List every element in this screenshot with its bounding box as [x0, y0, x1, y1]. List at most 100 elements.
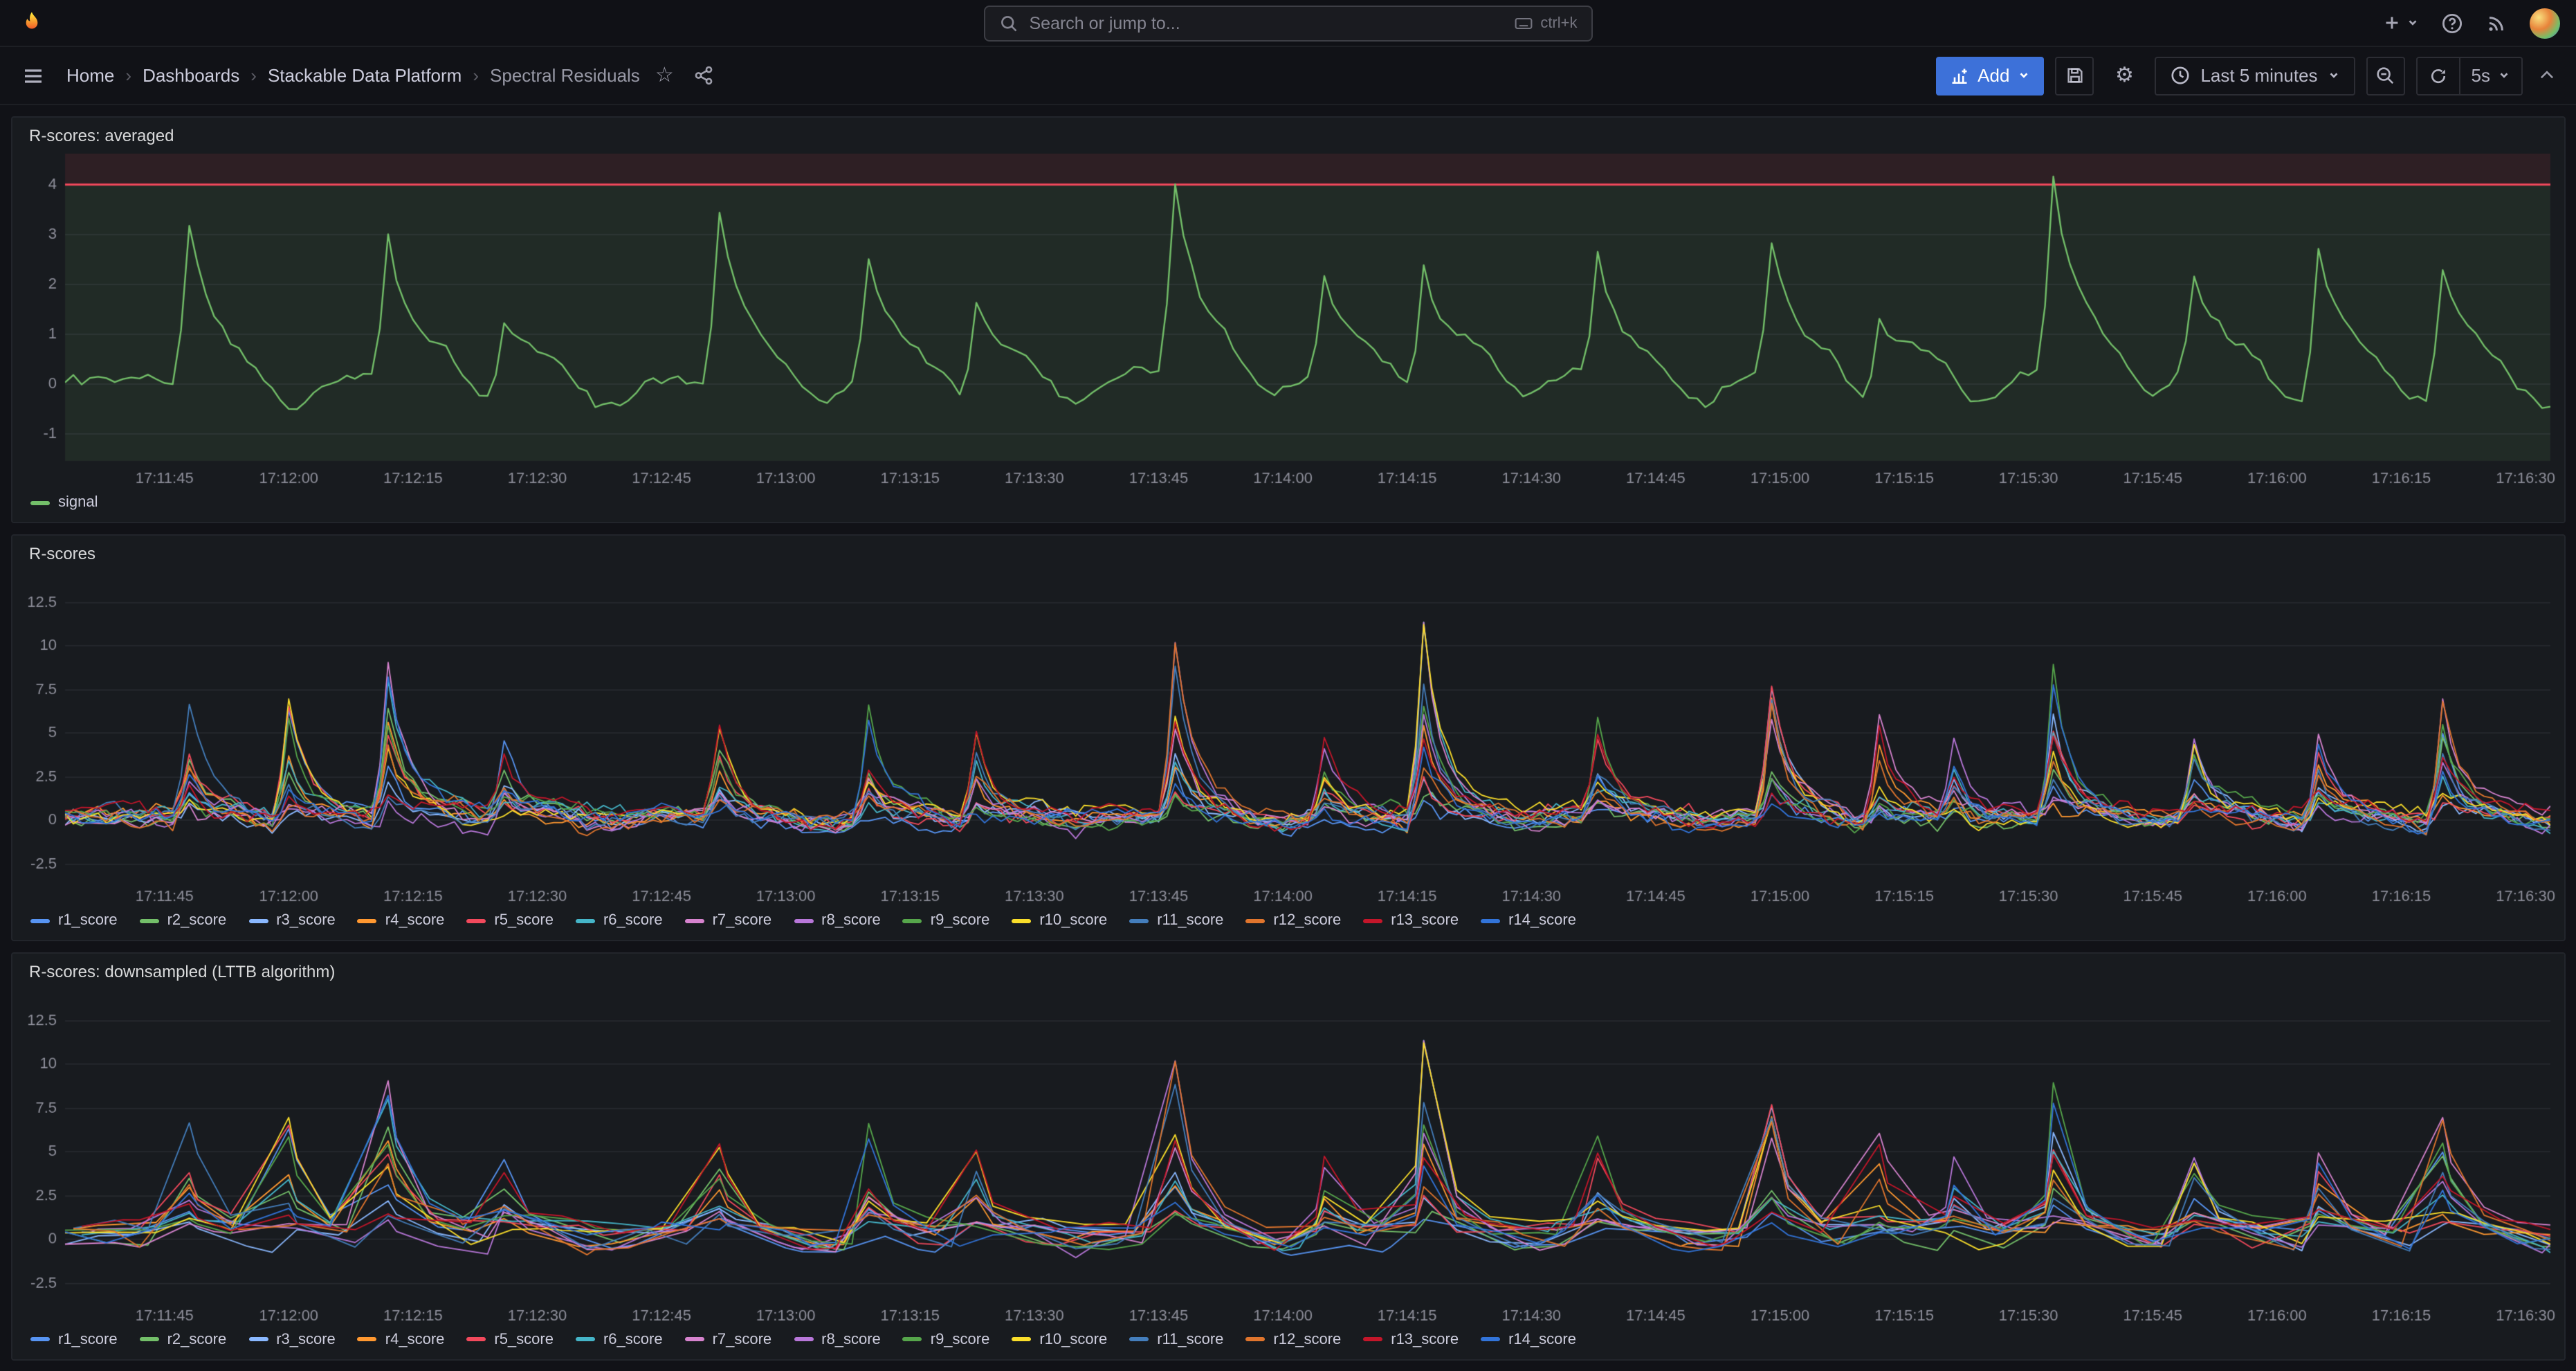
legend-series-name: r14_score: [1508, 913, 1576, 929]
dashboard-settings-button[interactable]: ⚙: [2105, 56, 2144, 95]
refresh-button[interactable]: [2418, 57, 2459, 93]
chart-canvas[interactable]: [12, 990, 2564, 1328]
chart-area: [12, 154, 2564, 491]
help-button[interactable]: [2440, 12, 2463, 34]
legend-series-color: [358, 919, 377, 923]
legend-series-name: r14_score: [1508, 1331, 1576, 1347]
new-button[interactable]: [2381, 12, 2418, 33]
legend-item[interactable]: r4_score: [358, 913, 445, 929]
legend-item[interactable]: r3_score: [248, 1331, 336, 1347]
legend-series-color: [903, 1337, 922, 1341]
legend-series-name: signal: [58, 494, 98, 511]
legend-series-color: [1129, 1337, 1149, 1341]
add-button[interactable]: Add: [1936, 56, 2044, 95]
dashboard-panels: R-scores: averaged signal R-scores r1_sc…: [0, 105, 2576, 1371]
legend-item[interactable]: r12_score: [1245, 1331, 1341, 1347]
legend-item[interactable]: r10_score: [1012, 1331, 1107, 1347]
search-input[interactable]: Search or jump to... ctrl+k: [984, 6, 1593, 42]
legend-series-name: r2_score: [167, 1331, 227, 1347]
legend-item[interactable]: r1_score: [30, 913, 118, 929]
legend-series-color: [358, 1337, 377, 1341]
legend-item[interactable]: r14_score: [1481, 1331, 1576, 1347]
legend-item[interactable]: r5_score: [466, 1331, 554, 1347]
share-button[interactable]: [689, 62, 718, 89]
chart-canvas[interactable]: [12, 572, 2564, 909]
legend-item[interactable]: r2_score: [140, 1331, 227, 1347]
legend-item[interactable]: r14_score: [1481, 913, 1576, 929]
legend-series-color: [30, 1337, 50, 1341]
legend-item[interactable]: r8_score: [794, 913, 881, 929]
top-navigation-bar: Search or jump to... ctrl+k: [0, 0, 2576, 47]
legend-series-color: [140, 1337, 159, 1341]
breadcrumb-separator-icon: ›: [125, 65, 131, 86]
panel-header[interactable]: R-scores: averaged: [12, 118, 2564, 154]
chevron-down-icon: [2406, 17, 2418, 29]
legend-series-color: [685, 1337, 704, 1341]
dashboard-toolbar: Home›Dashboards›Stackable Data Platform›…: [0, 47, 2576, 105]
chart-legend: r1_score r2_score r3_score r4_score r5_score…: [12, 1328, 2564, 1359]
keyboard-icon: [1514, 14, 1533, 33]
avatar[interactable]: [2529, 8, 2559, 38]
legend-item[interactable]: r7_score: [685, 913, 772, 929]
favorite-star-button[interactable]: ☆: [651, 62, 678, 89]
chart-canvas[interactable]: [12, 154, 2564, 491]
zoom-out-button[interactable]: [2366, 56, 2405, 95]
legend-item[interactable]: r8_score: [794, 1331, 881, 1347]
legend-item[interactable]: r5_score: [466, 913, 554, 929]
breadcrumb-item[interactable]: Stackable Data Platform: [268, 65, 462, 86]
legend-series-color: [1012, 919, 1031, 923]
legend-series-name: r12_score: [1273, 913, 1341, 929]
legend-item[interactable]: r9_score: [903, 913, 990, 929]
legend-series-name: r11_score: [1157, 1331, 1223, 1347]
dashboard-panel: R-scores: averaged signal: [11, 116, 2565, 523]
panel-header[interactable]: R-scores: downsampled (LTTB algorithm): [12, 954, 2564, 990]
legend-item[interactable]: r6_score: [576, 1331, 663, 1347]
legend-series-name: r1_score: [58, 1331, 118, 1347]
legend-item[interactable]: r6_score: [576, 913, 663, 929]
star-icon: ☆: [655, 65, 674, 86]
gear-icon: ⚙: [2115, 65, 2134, 86]
chart-legend: r1_score r2_score r3_score r4_score r5_score…: [12, 910, 2564, 941]
search-shortcut-label: ctrl+k: [1540, 15, 1577, 32]
news-button[interactable]: [2485, 12, 2507, 34]
legend-series-color: [30, 919, 50, 923]
time-range-picker[interactable]: Last 5 minutes: [2155, 56, 2355, 95]
legend-item[interactable]: r1_score: [30, 1331, 118, 1347]
legend-series-color: [140, 919, 159, 923]
legend-series-name: r6_score: [603, 1331, 663, 1347]
legend-item[interactable]: r9_score: [903, 1331, 990, 1347]
refresh-interval-dropdown[interactable]: 5s: [2459, 57, 2521, 93]
add-panel-icon: [1950, 66, 1969, 85]
legend-series-color: [1012, 1337, 1031, 1341]
legend-item[interactable]: r13_score: [1363, 1331, 1459, 1347]
legend-item[interactable]: r3_score: [248, 913, 336, 929]
legend-series-name: r4_score: [385, 1331, 445, 1347]
add-button-label: Add: [1977, 65, 2009, 86]
legend-series-name: r5_score: [494, 913, 554, 929]
legend-item[interactable]: signal: [30, 494, 98, 511]
collapse-toolbar-button[interactable]: [2533, 64, 2559, 87]
menu-button[interactable]: [17, 59, 50, 92]
menu-icon: [22, 64, 44, 87]
breadcrumb-item[interactable]: Home: [66, 65, 114, 86]
legend-item[interactable]: r4_score: [358, 1331, 445, 1347]
legend-series-name: r13_score: [1391, 913, 1459, 929]
legend-item[interactable]: r11_score: [1129, 913, 1223, 929]
grafana-logo[interactable]: [17, 8, 47, 38]
chart-area: [12, 572, 2564, 909]
legend-item[interactable]: r7_score: [685, 1331, 772, 1347]
breadcrumb-item[interactable]: Dashboards: [143, 65, 239, 86]
legend-series-name: r3_score: [276, 913, 336, 929]
legend-item[interactable]: r13_score: [1363, 913, 1459, 929]
time-range-label: Last 5 minutes: [2200, 65, 2317, 86]
legend-item[interactable]: r11_score: [1129, 1331, 1223, 1347]
legend-series-color: [1245, 1337, 1265, 1341]
panel-header[interactable]: R-scores: [12, 536, 2564, 572]
refresh-icon: [2429, 66, 2448, 85]
grafana-app: Search or jump to... ctrl+k: [0, 0, 2576, 1371]
legend-series-name: r13_score: [1391, 1331, 1459, 1347]
save-dashboard-button[interactable]: [2055, 56, 2094, 95]
legend-item[interactable]: r10_score: [1012, 913, 1107, 929]
legend-item[interactable]: r2_score: [140, 913, 227, 929]
legend-item[interactable]: r12_score: [1245, 913, 1341, 929]
